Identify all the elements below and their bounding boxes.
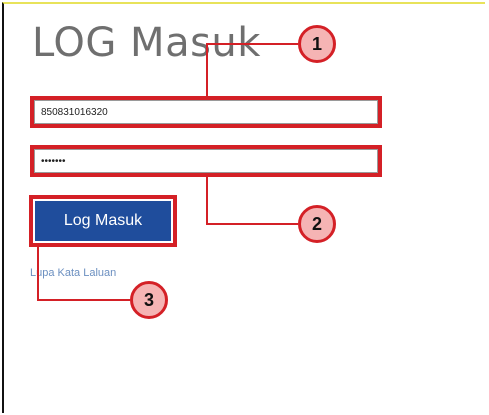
- callout-badge-1: 1: [298, 25, 336, 63]
- callout-badge-3: 3: [130, 281, 168, 319]
- callout-badge-2: 2: [298, 205, 336, 243]
- callout-lines: [37, 43, 298, 301]
